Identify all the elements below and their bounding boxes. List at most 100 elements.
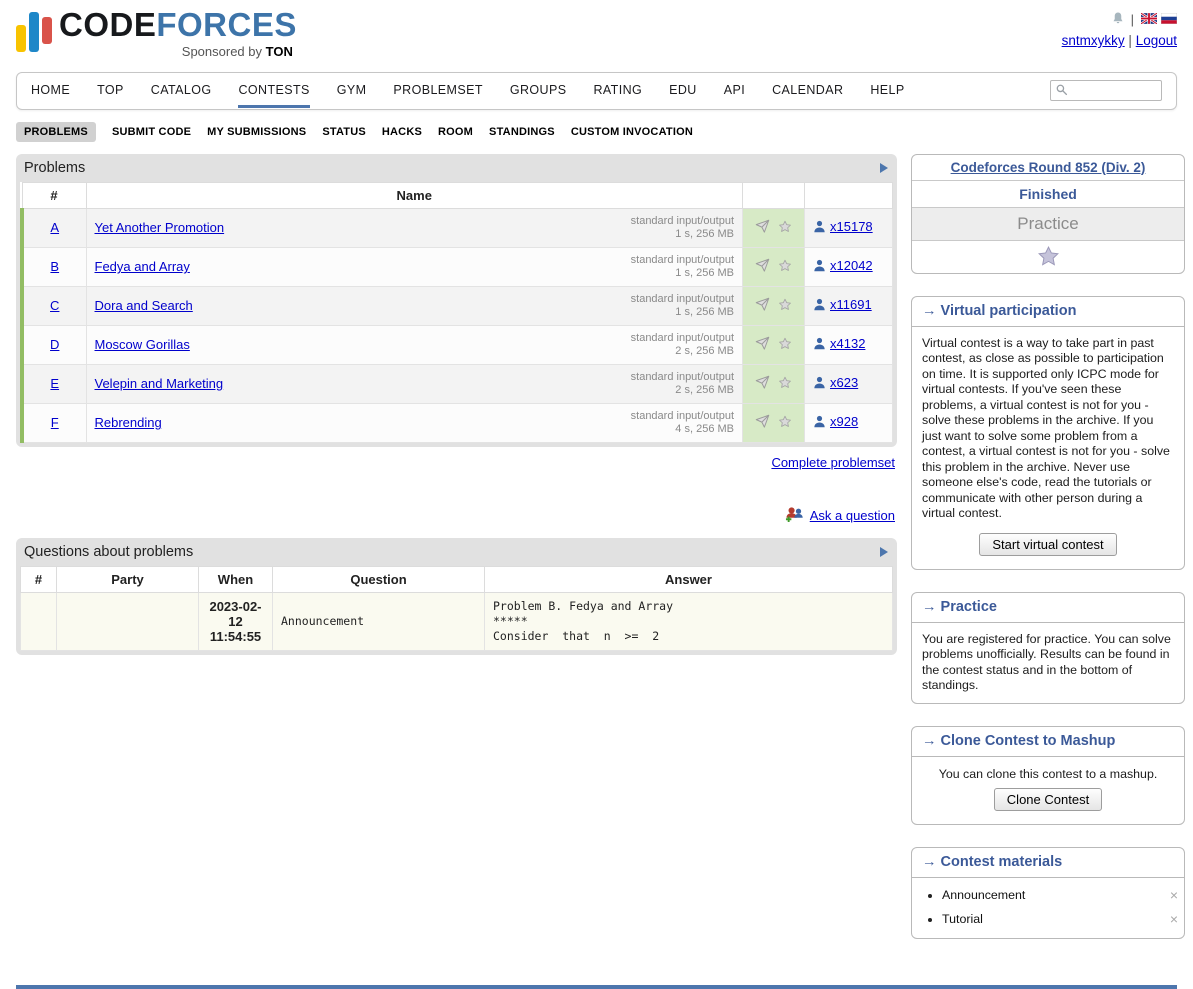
complete-problemset-link[interactable]: Complete problemset — [771, 455, 895, 470]
questions-tbody: 2023-02-12 11:54:55AnnouncementProblem B… — [21, 592, 893, 650]
contest-materials-box: → Contest materials Announcement × Tutoria… — [911, 847, 1185, 939]
subnav-item-room[interactable]: ROOM — [438, 122, 473, 142]
problem-name-cell: Rebrendingstandard input/output4 s, 256 … — [86, 403, 743, 442]
problem-limits: standard input/output1 s, 256 MB — [631, 215, 734, 241]
clone-mashup-box: → Clone Contest to Mashup You can clone … — [911, 726, 1185, 826]
nav-item-contests[interactable]: CONTESTS — [238, 73, 309, 108]
column-solved — [805, 182, 893, 208]
clone-mashup-title: → Clone Contest to Mashup — [912, 727, 1184, 757]
favorite-star-icon[interactable] — [777, 258, 793, 276]
hack-plane-icon[interactable] — [754, 375, 771, 393]
subnav-item-my-submissions[interactable]: MY SUBMISSIONS — [207, 122, 306, 142]
close-icon[interactable]: × — [1170, 888, 1178, 902]
search-input[interactable] — [1071, 83, 1157, 99]
problem-name-cell: Fedya and Arraystandard input/output1 s,… — [86, 247, 743, 286]
logout-link[interactable]: Logout — [1136, 33, 1177, 48]
nav-item-api[interactable]: API — [724, 73, 745, 108]
problem-name-link[interactable]: Yet Another Promotion — [95, 220, 225, 235]
problem-index-link[interactable]: C — [50, 298, 59, 313]
header: CODEFORCES Sponsored by TON | sntmxykky … — [0, 0, 1193, 59]
problem-actions-cell — [743, 208, 805, 247]
problem-index-link[interactable]: F — [51, 415, 59, 430]
favorite-contest-star-icon[interactable] — [1036, 256, 1061, 271]
solved-count-link[interactable]: x623 — [813, 375, 858, 390]
problem-name-link[interactable]: Fedya and Array — [95, 259, 190, 274]
favorite-star-icon[interactable] — [777, 336, 793, 354]
flag-en-icon[interactable] — [1141, 12, 1157, 27]
ask-question-link[interactable]: Ask a question — [810, 508, 895, 523]
material-link[interactable]: Tutorial — [942, 912, 983, 926]
favorite-star-icon[interactable] — [777, 297, 793, 315]
clone-contest-button[interactable]: Clone Contest — [994, 788, 1102, 811]
column-name: Name — [86, 182, 743, 208]
question-number-cell — [21, 592, 57, 650]
start-virtual-contest-button[interactable]: Start virtual contest — [979, 533, 1116, 556]
close-icon[interactable]: × — [1170, 912, 1178, 926]
separator: | — [1131, 12, 1134, 27]
flag-ru-icon[interactable] — [1161, 12, 1177, 27]
subnav-item-submit-code[interactable]: SUBMIT CODE — [112, 122, 191, 142]
column-answer: Answer — [485, 566, 893, 592]
nav-item-help[interactable]: HELP — [870, 73, 904, 108]
solved-count-link[interactable]: x4132 — [813, 336, 865, 351]
subnav-item-problems[interactable]: PROBLEMS — [16, 122, 96, 142]
nav-item-rating[interactable]: RATING — [593, 73, 642, 108]
material-link[interactable]: Announcement — [942, 888, 1025, 902]
solved-count-link[interactable]: x928 — [813, 414, 858, 429]
nav-item-calendar[interactable]: CALENDAR — [772, 73, 843, 108]
problem-index-link[interactable]: E — [50, 376, 59, 391]
nav-item-edu[interactable]: EDU — [669, 73, 697, 108]
favorite-star-icon[interactable] — [777, 375, 793, 393]
nav-item-gym[interactable]: GYM — [337, 73, 367, 108]
expand-arrow-icon[interactable] — [880, 547, 888, 557]
nav-item-home[interactable]: HOME — [31, 73, 70, 108]
person-icon — [813, 298, 826, 311]
username-link[interactable]: sntmxykky — [1062, 33, 1125, 48]
problem-solved-cell: x623 — [805, 364, 893, 403]
problem-limits: standard input/output2 s, 256 MB — [631, 371, 734, 397]
expand-arrow-icon[interactable] — [880, 163, 888, 173]
problem-index-link[interactable]: A — [50, 220, 59, 235]
favorite-star-icon[interactable] — [777, 414, 793, 432]
hack-plane-icon[interactable] — [754, 336, 771, 354]
nav-item-groups[interactable]: GROUPS — [510, 73, 567, 108]
logo-bars-icon — [16, 8, 52, 52]
problem-index-link[interactable]: B — [50, 259, 59, 274]
page: CODEFORCES Sponsored by TON | sntmxykky … — [0, 0, 1193, 989]
subnav-item-status[interactable]: STATUS — [322, 122, 366, 142]
problem-name-link[interactable]: Rebrending — [95, 415, 162, 430]
search-box[interactable] — [1050, 80, 1162, 101]
codeforces-logo[interactable]: CODEFORCES Sponsored by TON — [16, 8, 297, 59]
problem-index-link[interactable]: D — [50, 337, 59, 352]
problem-name-link[interactable]: Velepin and Marketing — [95, 376, 224, 391]
hack-plane-icon[interactable] — [754, 414, 771, 432]
contest-title-link[interactable]: Codeforces Round 852 (Div. 2) — [951, 160, 1146, 175]
problem-index-cell: E — [22, 364, 86, 403]
problem-name-link[interactable]: Dora and Search — [95, 298, 193, 313]
main-nav: HOME TOP CATALOG CONTESTS GYM PROBLEMSET GROUP… — [16, 72, 1177, 110]
question-text-cell: Announcement — [273, 592, 485, 650]
hack-plane-icon[interactable] — [754, 219, 771, 237]
favorite-star-icon[interactable] — [777, 219, 793, 237]
person-icon — [813, 337, 826, 350]
problem-name-cell: Yet Another Promotion standard input/outp… — [86, 208, 743, 247]
hack-plane-icon[interactable] — [754, 297, 771, 315]
nav-item-catalog[interactable]: CATALOG — [151, 73, 212, 108]
hack-plane-icon[interactable] — [754, 258, 771, 276]
nav-item-problemset[interactable]: PROBLEMSET — [393, 73, 482, 108]
logo-subtitle: Sponsored by TON — [59, 44, 297, 59]
contest-materials-title: → Contest materials — [912, 848, 1184, 878]
problem-name-link[interactable]: Moscow Gorillas — [95, 337, 190, 352]
nav-item-top[interactable]: TOP — [97, 73, 124, 108]
solved-count-link[interactable]: x12042 — [813, 258, 873, 273]
subnav-item-standings[interactable]: STANDINGS — [489, 122, 555, 142]
main-nav-list: HOME TOP CATALOG CONTESTS GYM PROBLEMSET GROUP… — [31, 73, 905, 108]
contest-mode: Practice — [912, 208, 1184, 241]
problem-limits: standard input/output1 s, 256 MB — [631, 293, 734, 319]
bell-icon[interactable] — [1112, 11, 1124, 28]
subnav-item-hacks[interactable]: HACKS — [382, 122, 422, 142]
solved-count-link[interactable]: x15178 — [813, 219, 873, 234]
subnav-item-custom-invocation[interactable]: CUSTOM INVOCATION — [571, 122, 693, 142]
solved-count-link[interactable]: x11691 — [813, 297, 872, 312]
separator: | — [1128, 33, 1132, 48]
